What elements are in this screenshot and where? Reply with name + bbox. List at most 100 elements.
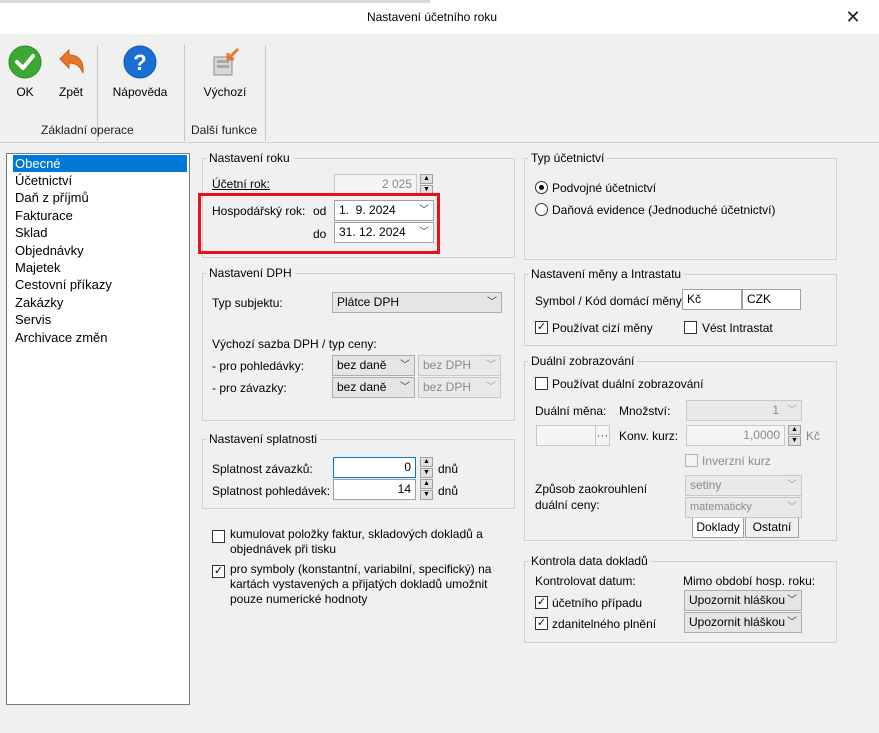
- taxable-checkbox[interactable]: ✓: [535, 617, 548, 630]
- chevron-down-icon: ﹀: [486, 360, 496, 371]
- help-label: Nápověda: [112, 85, 168, 99]
- ok-button[interactable]: OK: [8, 45, 42, 99]
- quantity-select: 1 ﹀: [686, 400, 802, 421]
- sidebar-item-fakturace[interactable]: Fakturace: [13, 207, 73, 224]
- taxable-action-select[interactable]: Upozornit hláškou ﹀: [684, 612, 802, 633]
- intrastat-label: Vést Intrastat: [702, 321, 773, 335]
- browse-icon: ···: [595, 425, 610, 446]
- quantity-value: 1: [772, 403, 779, 417]
- rate-spinner: ▲ ▼: [788, 425, 801, 446]
- subject-type-select[interactable]: Plátce DPH ﹀: [332, 292, 502, 313]
- toolbar-separator: [265, 45, 266, 141]
- dual-currency-field: [536, 425, 596, 446]
- default-button[interactable]: Výchozí: [198, 45, 252, 99]
- payables-type-value: bez DPH: [423, 380, 472, 394]
- tax-records-radio[interactable]: [535, 203, 548, 216]
- group-more-functions: Další funkce: [191, 123, 258, 137]
- settings-dialog: Nastavení účetního roku ✕ OK Zpět ? Nápo…: [0, 0, 879, 733]
- rate-label: Konv. kurz:: [619, 429, 679, 443]
- sidebar-item-cestovni-prikazy[interactable]: Cestovní příkazy: [13, 276, 112, 293]
- accounting-year-spinner[interactable]: ▲ ▼: [420, 174, 433, 195]
- receivables-rate-select[interactable]: bez daně ﹀: [332, 355, 415, 376]
- undo-arrow-icon: [54, 45, 88, 79]
- spin-up-icon[interactable]: ▲: [420, 174, 433, 184]
- dual-display-checkbox[interactable]: [535, 377, 548, 390]
- year-settings-title: Nastavení roku: [206, 151, 293, 165]
- spin-down-icon[interactable]: ▼: [420, 490, 433, 500]
- chevron-down-icon: ﹀: [787, 405, 797, 416]
- receivables-due-label: Splatnost pohledávek:: [212, 484, 331, 498]
- currency-symbol-field[interactable]: Kč: [682, 289, 742, 310]
- highlight-annotation-box: [198, 193, 440, 254]
- tab-ostatni[interactable]: Ostatní: [745, 518, 799, 538]
- close-icon[interactable]: ✕: [840, 5, 866, 29]
- sidebar-item-sklad[interactable]: Sklad: [13, 224, 48, 241]
- rounding-value: setiny: [690, 478, 722, 492]
- reset-defaults-icon: [208, 45, 242, 79]
- accounting-case-label: účetního případu: [552, 596, 643, 610]
- intrastat-checkbox[interactable]: [684, 321, 697, 334]
- receivables-due-field[interactable]: 14: [333, 479, 416, 500]
- payables-due-spinner[interactable]: ▲ ▼: [420, 457, 433, 478]
- vat-settings-title: Nastavení DPH: [206, 266, 295, 280]
- dual-display-title: Duální zobrazování: [528, 354, 638, 368]
- receivables-rate-value: bez daně: [337, 358, 387, 372]
- chevron-down-icon[interactable]: ﹀: [400, 378, 410, 397]
- double-entry-radio[interactable]: [535, 181, 548, 194]
- window-title: Nastavení účetního roku: [366, 10, 498, 24]
- chevron-down-icon[interactable]: ﹀: [400, 356, 410, 375]
- receivables-due-spinner[interactable]: ▲ ▼: [420, 479, 433, 500]
- sidebar-item-archivace-zmen[interactable]: Archivace změn: [13, 329, 107, 346]
- tab-doklady[interactable]: Doklady: [692, 518, 744, 538]
- accounting-year-label: Účetní rok:: [212, 177, 271, 191]
- category-list[interactable]: Obecné Účetnictví Daň z příjmů Fakturace…: [6, 153, 190, 705]
- symbols-checkbox[interactable]: ✓: [212, 565, 225, 578]
- cumulate-label: kumulovat položky faktur, skladových dok…: [230, 527, 483, 556]
- chevron-down-icon: ﹀: [787, 480, 797, 491]
- outside-period-label: Mimo období hosp. roku:: [683, 574, 816, 588]
- spin-up-icon[interactable]: ▲: [420, 479, 433, 489]
- currency-group: [524, 274, 837, 346]
- sidebar-item-zakazky[interactable]: Zakázky: [13, 294, 63, 311]
- sidebar-item-dan-z-prijmu[interactable]: Daň z příjmů: [13, 189, 89, 206]
- toolbar-separator: [184, 45, 185, 141]
- sidebar-item-majetek[interactable]: Majetek: [13, 259, 61, 276]
- double-entry-label: Podvojné účetnictví: [552, 181, 657, 195]
- accounting-case-checkbox[interactable]: ✓: [535, 596, 548, 609]
- currency-symbol-label: Symbol / Kód domácí měny:: [535, 294, 686, 308]
- spin-down-icon[interactable]: ▼: [420, 468, 433, 478]
- accounting-case-action-select[interactable]: Upozornit hláškou ﹀: [684, 590, 802, 611]
- back-button[interactable]: Zpět: [54, 45, 88, 99]
- dual-display-label: Používat duální zobrazování: [552, 377, 704, 391]
- group-basic-operations: Základní operace: [41, 123, 134, 137]
- inverse-rate-checkbox: [685, 454, 698, 467]
- rate-field: 1,0000: [686, 425, 785, 446]
- spin-up-icon[interactable]: ▲: [420, 457, 433, 467]
- subject-type-label: Typ subjektu:: [212, 296, 283, 310]
- currency-title: Nastavení měny a Intrastatu: [528, 267, 685, 281]
- background-window-strip: [0, 0, 430, 3]
- foreign-currency-checkbox[interactable]: ✓: [535, 321, 548, 334]
- help-button[interactable]: ? Nápověda: [108, 45, 172, 99]
- svg-text:?: ?: [133, 50, 146, 75]
- payables-due-field[interactable]: 0: [333, 457, 416, 478]
- chevron-down-icon[interactable]: ﹀: [787, 591, 797, 610]
- sidebar-item-servis[interactable]: Servis: [13, 311, 51, 328]
- receivables-type-value: bez DPH: [423, 358, 472, 372]
- payables-rate-select[interactable]: bez daně ﹀: [332, 377, 415, 398]
- back-label: Zpět: [58, 85, 83, 99]
- chevron-down-icon[interactable]: ﹀: [487, 293, 497, 312]
- payables-type-select: bez DPH ﹀: [418, 377, 501, 398]
- sidebar-item-ucetnictvi[interactable]: Účetnictví: [13, 172, 72, 189]
- cumulate-checkbox[interactable]: [212, 530, 225, 543]
- default-label: Výchozí: [203, 85, 247, 99]
- sidebar-item-objednavky[interactable]: Objednávky: [13, 242, 84, 259]
- payables-rate-value: bez daně: [337, 380, 387, 394]
- spin-down-icon: ▼: [788, 436, 801, 446]
- rounding-label-line2: duální ceny:: [535, 498, 600, 512]
- radio-selected-dot: [539, 185, 544, 190]
- sidebar-item-obecne[interactable]: Obecné: [13, 155, 187, 172]
- currency-code-field[interactable]: CZK: [742, 289, 801, 310]
- help-question-icon: ?: [123, 45, 157, 79]
- chevron-down-icon[interactable]: ﹀: [787, 613, 797, 632]
